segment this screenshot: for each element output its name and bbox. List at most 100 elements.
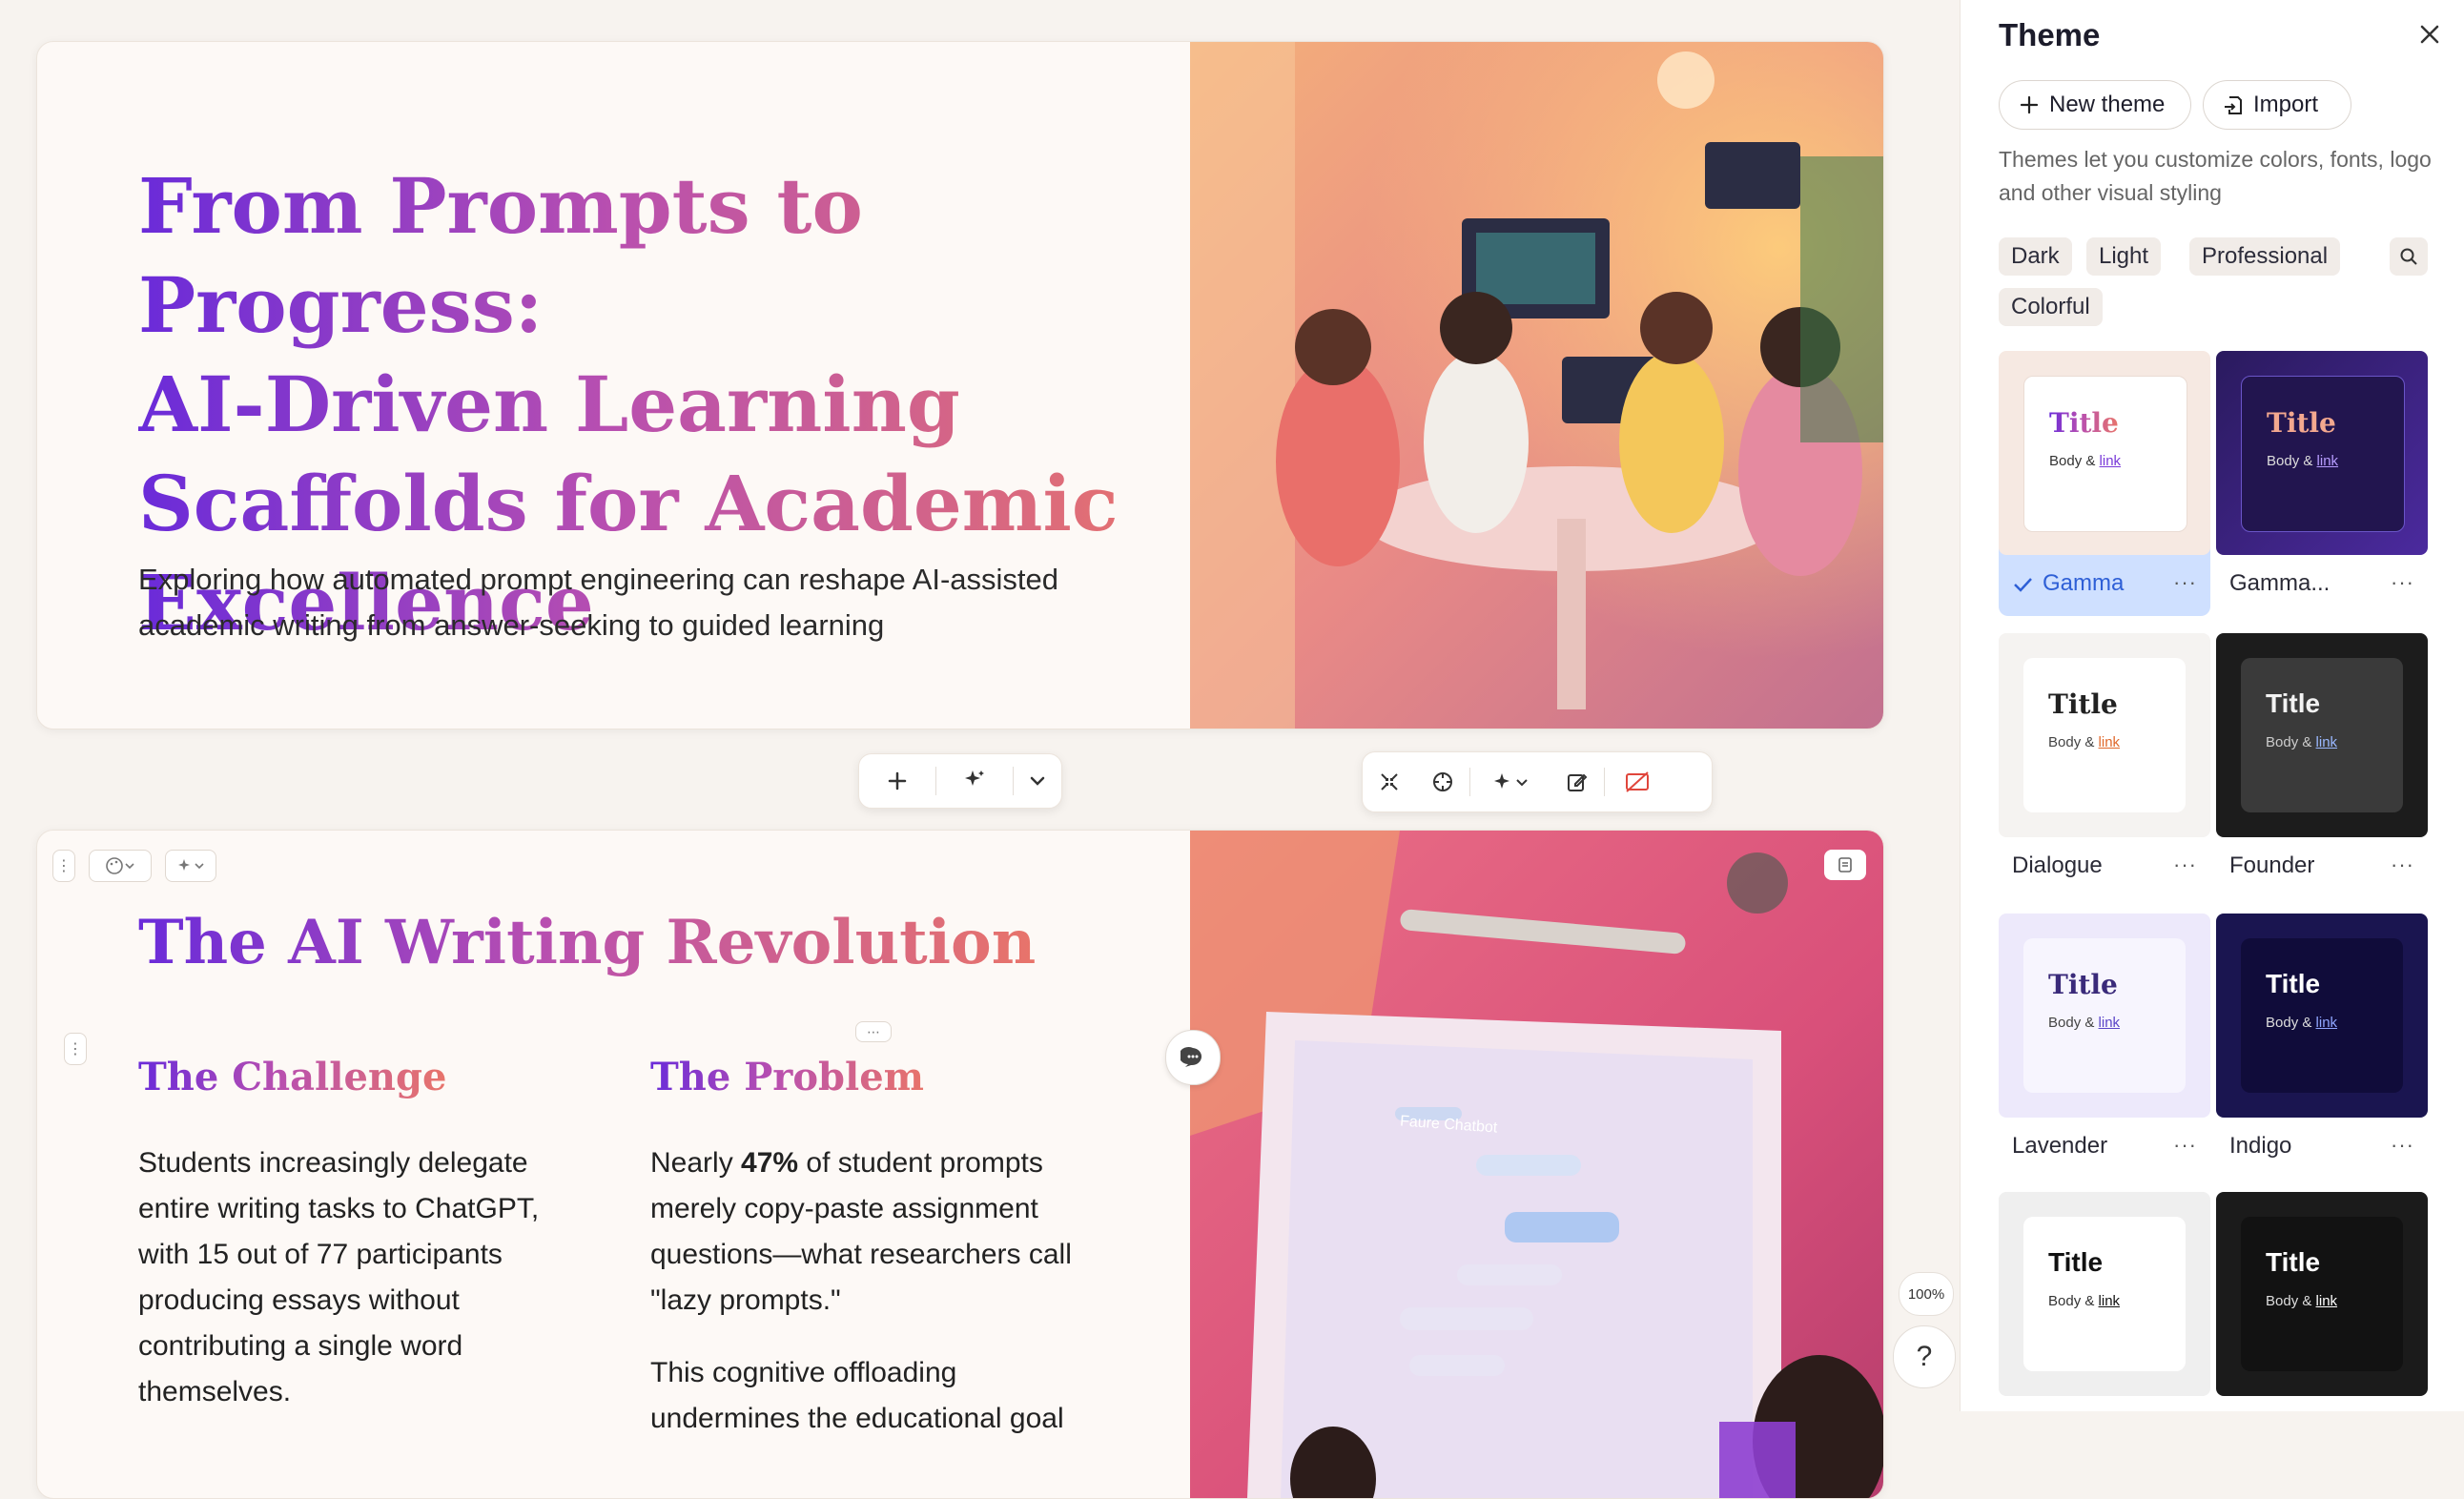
ai-add-card-button[interactable] [936,754,1013,808]
card-style-button[interactable] [89,850,152,882]
theme-thumbnail-card: Title Body & link [2023,376,2187,532]
theme-more-menu[interactable]: ··· [2391,1133,2414,1158]
chevron-down-icon [195,863,204,870]
theme-thumb-body-text: Body & [2048,1015,2099,1031]
theme-thumbnail-card: Title Body & link [2023,658,2186,812]
document-icon [1838,857,1852,873]
filter-dark[interactable]: Dark [1999,237,2072,276]
theme-card-8[interactable]: Title Body & link [2216,1192,2428,1457]
theme-more-menu[interactable]: ··· [2391,852,2414,877]
card-ai-button[interactable] [165,850,216,882]
hero-image[interactable] [1190,42,1883,729]
theme-card-gamma-dark[interactable]: Title Body & link Gamma... ··· [2216,351,2428,616]
focus-button[interactable] [1416,755,1469,809]
close-panel-button[interactable] [2409,13,2451,55]
slide-title-line: AI-Driven Learning [138,355,1187,454]
theme-thumb-body-text: Body & [2266,734,2316,750]
theme-thumb-link: link [2099,453,2122,469]
drag-handle[interactable]: ⋮ [52,850,75,882]
section-title[interactable]: The AI Writing Revolution [138,907,1036,978]
help-button[interactable]: ? [1893,1325,1956,1388]
students-discussion-illustration [1190,42,1883,729]
theme-thumb-link: link [2315,1293,2338,1309]
theme-card-lavender[interactable]: Title Body & link Lavender ··· [1999,914,2210,1179]
theme-thumbnail: Title Body & link [1999,914,2210,1118]
search-themes-button[interactable] [2390,237,2428,276]
slide-title-line: Scaffolds for Academic [138,454,1187,553]
new-theme-button[interactable]: New theme [1999,80,2191,130]
theme-name: Founder [2229,852,2315,878]
theme-thumbnail: Title Body & link [2216,351,2428,555]
theme-more-menu[interactable]: ··· [2173,852,2197,877]
sparkle-icon [178,859,190,871]
crosshair-icon [1433,772,1452,791]
edit-icon [1568,773,1588,791]
problem-body-text: Nearly [650,1147,742,1179]
slide-card-2[interactable]: ⋮ ⋮ ⋯ The AI Writing Revolution The Chal… [36,830,1884,1499]
theme-thumb-body: Body & link [2266,1293,2337,1309]
card-actions-toolbar [1362,751,1713,812]
import-button[interactable]: Import [2203,80,2351,130]
theme-thumb-link: link [2315,1015,2338,1031]
problem-body-2[interactable]: This cognitive offloading undermines the… [650,1350,1108,1442]
theme-thumbnail: Title Body & link [2216,914,2428,1118]
slide-subtitle[interactable]: Exploring how automated prompt engineeri… [138,557,1140,648]
theme-thumb-title: Title [2266,969,2321,998]
theme-card-gamma[interactable]: Title Body & link Gamma ··· [1999,351,2210,616]
theme-thumbnail-card: Title Body & link [2241,376,2405,532]
theme-thumb-body-text: Body & [2048,1293,2099,1309]
chevron-down-icon [1030,776,1045,786]
theme-thumb-link: link [2098,1015,2121,1031]
theme-thumb-title: Title [2267,407,2336,439]
theme-thumb-body-text: Body & [2048,734,2099,750]
theme-card-dialogue[interactable]: Title Body & link Dialogue ··· [1999,633,2210,898]
problem-heading[interactable]: The Problem [650,1055,924,1099]
theme-more-menu[interactable]: ··· [2173,570,2197,595]
sparkle-icon [1494,773,1509,789]
palette-icon [106,857,123,874]
theme-thumb-body-text: Body & [2266,1293,2316,1309]
theme-name: Dialogue [2012,852,2103,878]
theme-card-7[interactable]: Title Body & link [1999,1192,2210,1457]
problem-body[interactable]: Nearly 47% of student prompts merely cop… [650,1140,1108,1324]
collapse-button[interactable] [1363,755,1416,809]
add-card-dropdown[interactable] [1014,754,1061,808]
theme-thumb-body-text: Body & [2266,1015,2316,1031]
edit-button[interactable] [1550,755,1604,809]
column-menu-button[interactable]: ⋯ [855,1021,892,1042]
filter-professional[interactable]: Professional [2189,237,2341,276]
theme-thumb-title: Title [2048,688,2118,720]
theme-card-founder[interactable]: Title Body & link Founder ··· [2216,633,2428,898]
theme-thumb-body-text: Body & [2267,453,2317,469]
zoom-level[interactable]: 100% [1899,1272,1954,1316]
check-icon [2014,578,2032,592]
theme-thumbnail: Title Body & link [1999,633,2210,837]
theme-more-menu[interactable]: ··· [2391,570,2414,595]
add-card-button[interactable] [859,754,935,808]
sparkle-icon [965,770,984,786]
image-options-button[interactable] [1824,850,1866,880]
theme-thumbnail: Title Body & link [1999,1192,2210,1396]
theme-card-indigo[interactable]: Title Body & link Indigo ··· [2216,914,2428,1179]
comment-button[interactable] [1165,1030,1221,1085]
theme-thumb-title: Title [2048,1247,2104,1277]
ai-edit-button[interactable] [1470,755,1550,809]
theme-more-menu[interactable]: ··· [2173,1133,2197,1158]
remove-image-button[interactable] [1605,755,1670,809]
theme-thumb-title: Title [2266,1247,2321,1277]
theme-thumb-body: Body & link [2048,1293,2120,1309]
challenge-heading[interactable]: The Challenge [138,1055,446,1099]
chevron-down-icon [125,863,134,870]
search-icon [2400,248,2417,265]
block-drag-handle[interactable]: ⋮ [64,1033,87,1065]
filter-light[interactable]: Light [2086,237,2162,276]
collapse-icon [1381,773,1398,791]
filter-colorful[interactable]: Colorful [1999,288,2103,326]
section-image[interactable]: Faure Chatbot [1190,831,1883,1498]
theme-thumb-body-text: Body & [2049,453,2100,469]
theme-thumb-link: link [2098,734,2121,750]
challenge-body[interactable]: Students increasingly delegate entire wr… [138,1140,558,1415]
theme-thumb-link: link [2098,1293,2121,1309]
slide-card-1[interactable]: From Prompts to Progress: AI-Driven Lear… [36,41,1884,729]
theme-thumbnail: Title Body & link [2216,633,2428,837]
